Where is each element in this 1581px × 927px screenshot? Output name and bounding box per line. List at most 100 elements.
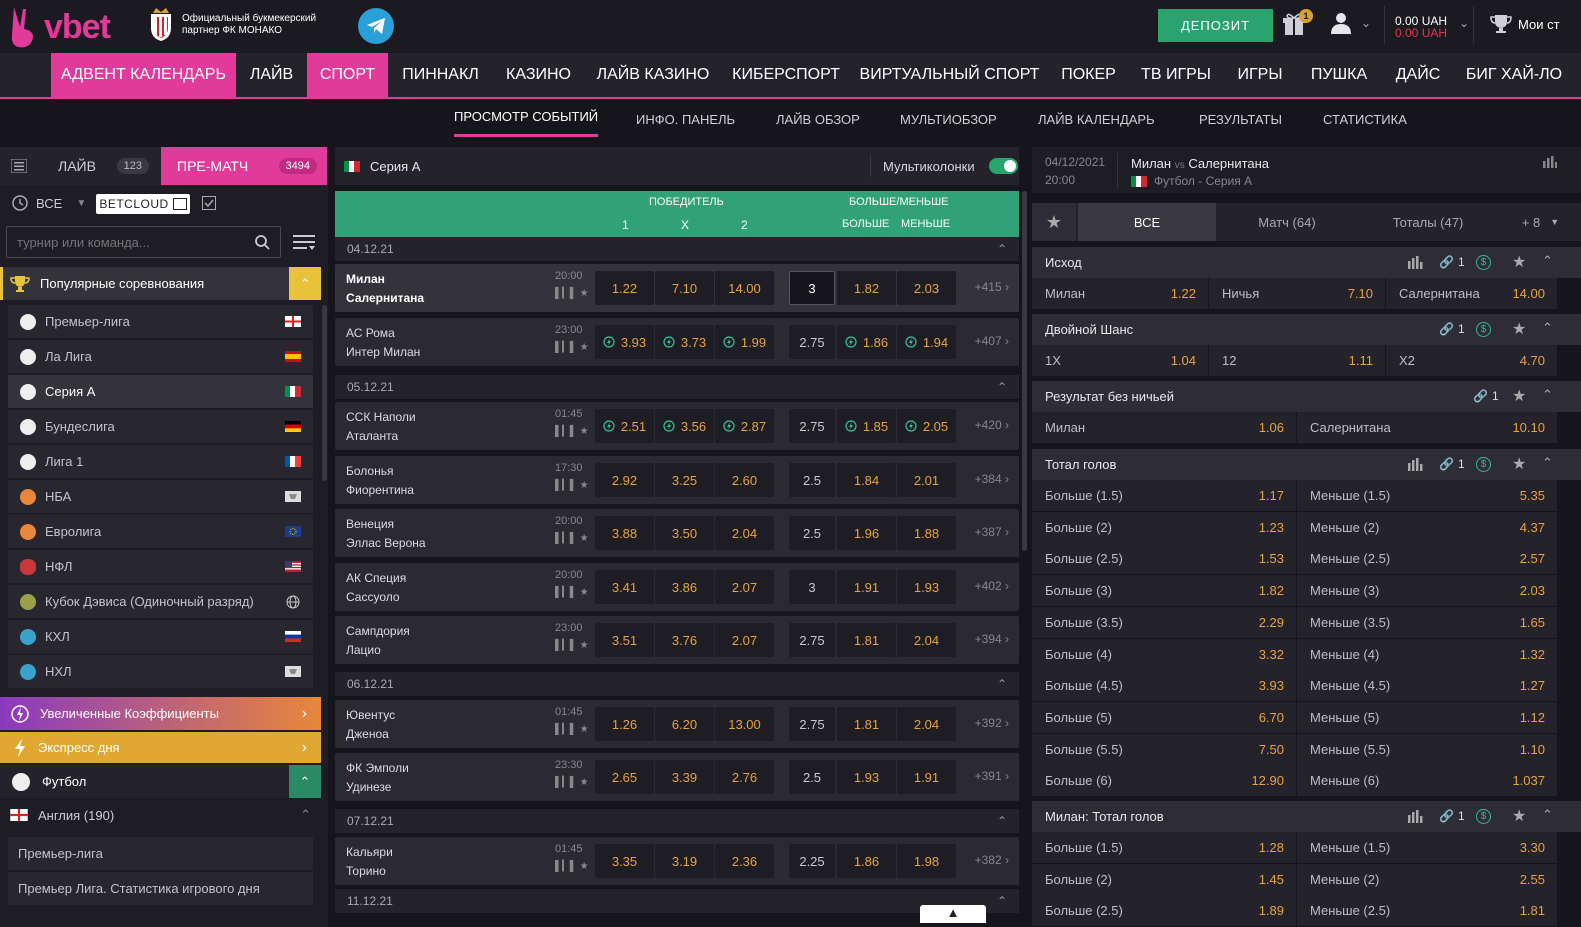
outcome-cell[interactable]: Милан 1.22: [1032, 278, 1209, 309]
more-markets-link[interactable]: +382 ›: [975, 853, 1009, 867]
outcome-cell[interactable]: Больше (6) 12.90: [1032, 765, 1297, 797]
odd-under[interactable]: 1.94: [897, 325, 956, 359]
stats-icon[interactable]: ▌▎▌: [555, 480, 577, 491]
outcome-cell[interactable]: Меньше (3) 2.03: [1297, 575, 1558, 607]
odd-over[interactable]: 1.85: [837, 409, 896, 443]
outcome-cell[interactable]: Больше (2) 1.23: [1032, 511, 1297, 543]
stats-icon[interactable]: ▌▎▌: [555, 777, 577, 788]
odd-1[interactable]: 3.35: [595, 844, 654, 878]
sidebar-item-nhl[interactable]: НХЛ: [8, 655, 313, 688]
odd-1[interactable]: 3.51: [595, 623, 654, 657]
stats-icon[interactable]: [1408, 810, 1423, 823]
total-handicap[interactable]: 2.75: [789, 409, 835, 443]
outcome-cell[interactable]: Больше (3.5) 2.29: [1032, 606, 1297, 638]
nav-big-hi-lo[interactable]: БИГ ХАЙ-ЛО: [1454, 53, 1574, 97]
market-header[interactable]: Двойной Шанс 🔗 1 $ ★ ⌃: [1032, 314, 1581, 345]
odd-over[interactable]: 1.82: [837, 271, 896, 305]
stats-icon[interactable]: [1408, 458, 1423, 471]
nav-games[interactable]: ИГРЫ: [1224, 53, 1296, 97]
nav-advent-calendar[interactable]: АДВЕНТ КАЛЕНДАРЬ: [51, 53, 236, 97]
date-header[interactable]: 05.12.21 ⌃: [335, 375, 1019, 399]
odd-under[interactable]: 2.05: [897, 409, 956, 443]
star-icon[interactable]: ★: [580, 426, 589, 437]
odd-2[interactable]: 13.00: [715, 707, 774, 741]
outcome-cell[interactable]: Милан 1.06: [1032, 412, 1297, 443]
subnav-results[interactable]: РЕЗУЛЬТАТЫ: [1199, 99, 1282, 139]
balance-block[interactable]: 0.00 UAH 0.00 UAH ⌄: [1384, 6, 1474, 44]
odd-over[interactable]: 1.84: [837, 463, 896, 497]
football-section-header[interactable]: Футбол ⌃: [0, 765, 321, 798]
search-icon[interactable]: [255, 235, 270, 250]
star-icon[interactable]: ★: [580, 724, 589, 735]
odd-1[interactable]: 2.51: [595, 409, 654, 443]
odd-x[interactable]: 3.50: [655, 516, 714, 550]
outcome-cell[interactable]: Больше (1.5) 1.28: [1032, 832, 1297, 863]
star-icon[interactable]: ★: [1512, 454, 1526, 474]
more-markets-link[interactable]: +391 ›: [975, 769, 1009, 783]
more-markets-link[interactable]: +392 ›: [975, 716, 1009, 730]
odd-1[interactable]: 3.93: [595, 325, 654, 359]
sidebar-item-la-liga[interactable]: Ла Лига: [8, 340, 313, 373]
star-icon[interactable]: ★: [1512, 806, 1526, 826]
outcome-cell[interactable]: Больше (2.5) 1.53: [1032, 543, 1297, 575]
match-row[interactable]: Сампдория Лацио 23:00 ▌▎▌ ★ 3.51 3.76 2.0…: [335, 616, 1019, 664]
more-markets-link[interactable]: +420 ›: [975, 418, 1009, 432]
odd-x[interactable]: 3.56: [655, 409, 714, 443]
odd-under[interactable]: 2.03: [897, 271, 956, 305]
nav-cannon[interactable]: ПУШКА: [1296, 53, 1382, 97]
sidebar-item-ligue-1[interactable]: Лига 1: [8, 445, 313, 478]
odd-x[interactable]: 7.10: [655, 271, 714, 305]
odd-x[interactable]: 3.25: [655, 463, 714, 497]
odd-under[interactable]: 1.93: [897, 570, 956, 604]
subnav-live-overview[interactable]: ЛАЙВ ОБЗОР: [776, 99, 860, 139]
sidebar-item-euroleague[interactable]: Евролига: [8, 515, 313, 548]
user-menu[interactable]: ⌄: [1331, 12, 1371, 34]
link-icon[interactable]: 🔗 1: [1439, 457, 1465, 471]
sidebar-item-davis-cup[interactable]: Кубок Дэвиса (Одиночный разряд): [8, 585, 313, 618]
nav-live-casino[interactable]: ЛАЙВ КАЗИНО: [584, 53, 722, 97]
market-header[interactable]: Тотал голов 🔗 1 $ ★ ⌃: [1032, 449, 1581, 480]
date-header[interactable]: 07.12.21 ⌃: [335, 809, 1019, 833]
odd-2[interactable]: 2.04: [715, 516, 774, 550]
match-row[interactable]: ССК Наполи Аталанта 01:45 ▌▎▌ ★ 2.51 3.56…: [335, 402, 1019, 450]
total-handicap[interactable]: 3: [789, 271, 835, 305]
outcome-cell[interactable]: Меньше (1.5) 5.35: [1297, 480, 1558, 511]
sidebar-item-nba[interactable]: НБА: [8, 480, 313, 513]
more-markets-link[interactable]: +394 ›: [975, 632, 1009, 646]
stats-icon[interactable]: ▌▎▌: [555, 426, 577, 437]
cashout-icon[interactable]: $: [1476, 809, 1491, 824]
sidebar-item-nfl[interactable]: НФЛ: [8, 550, 313, 583]
date-header[interactable]: 11.12.21 ⌃: [335, 889, 1019, 913]
outcome-cell[interactable]: Меньше (3.5) 1.65: [1297, 606, 1558, 638]
total-handicap[interactable]: 2.5: [789, 463, 835, 497]
total-handicap[interactable]: 3: [789, 570, 835, 604]
scroll-top-button[interactable]: ▲: [920, 905, 986, 923]
odd-2[interactable]: 14.00: [715, 271, 774, 305]
time-filter[interactable]: ВСЕ ▼: [12, 195, 86, 211]
search-field[interactable]: [6, 226, 281, 258]
chevron-up-icon[interactable]: ⌃: [1542, 320, 1553, 336]
subnav-multiview[interactable]: МУЛЬТИОБЗОР: [900, 99, 997, 139]
boosted-odds-banner[interactable]: Увеличенные Коэффициенты ›: [0, 697, 321, 730]
odd-under[interactable]: 1.88: [897, 516, 956, 550]
odd-1[interactable]: 3.41: [595, 570, 654, 604]
outcome-cell[interactable]: Меньше (2) 4.37: [1297, 511, 1558, 543]
england-group-header[interactable]: Англия (190) ⌃: [0, 800, 321, 830]
odd-over[interactable]: 1.91: [837, 570, 896, 604]
stats-icon[interactable]: [1543, 156, 1557, 168]
outcome-cell[interactable]: Больше (4.5) 3.93: [1032, 670, 1297, 702]
stats-icon[interactable]: ▌▎▌: [555, 288, 577, 299]
partner-block[interactable]: Официальный букмекерский партнер ФК МОНА…: [148, 8, 322, 42]
more-markets-link[interactable]: +415 ›: [975, 280, 1009, 294]
nav-poker[interactable]: ПОКЕР: [1049, 53, 1128, 97]
star-icon[interactable]: ★: [1512, 319, 1526, 339]
nav-sport[interactable]: СПОРТ: [307, 53, 388, 97]
telegram-icon[interactable]: [358, 8, 394, 44]
outcome-cell[interactable]: Меньше (1.5) 3.30: [1297, 832, 1558, 863]
tab-live[interactable]: ЛАЙВ 123: [38, 147, 161, 185]
star-icon[interactable]: ★: [580, 342, 589, 353]
odd-under[interactable]: 1.98: [897, 844, 956, 878]
betcloud-toggle[interactable]: BETCLOUD: [96, 194, 190, 214]
date-header[interactable]: 06.12.21 ⌃: [335, 672, 1019, 696]
odd-2[interactable]: 2.87: [715, 409, 774, 443]
